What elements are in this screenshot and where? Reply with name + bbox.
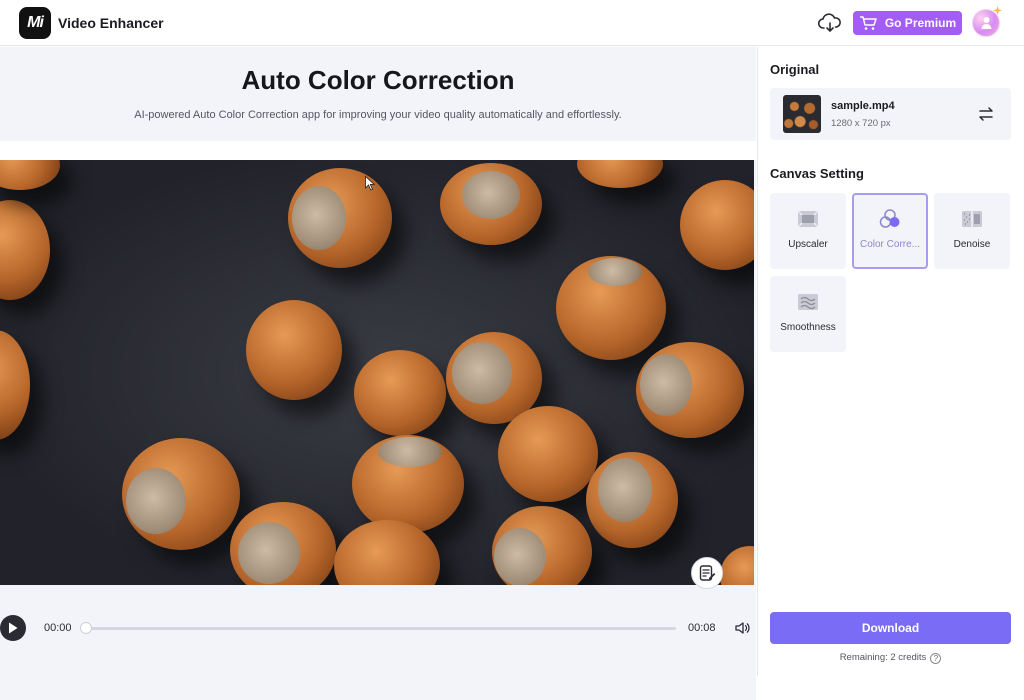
color-correction-icon: [879, 209, 900, 228]
denoise-icon: [962, 211, 982, 227]
page-subtitle: AI-powered Auto Color Correction app for…: [134, 109, 622, 121]
help-icon[interactable]: ?: [930, 653, 942, 664]
upscaler-icon: [797, 210, 819, 228]
tool-denoise[interactable]: Denoise: [934, 193, 1010, 269]
page-title: Auto Color Correction: [241, 65, 515, 95]
canvas-setting-heading: Canvas Setting: [770, 166, 864, 181]
progress-handle[interactable]: [80, 622, 92, 634]
download-button[interactable]: Download: [770, 612, 1011, 644]
cloud-upload-icon[interactable]: [818, 12, 842, 34]
user-icon: [981, 17, 992, 29]
smoothness-icon: [798, 294, 818, 310]
user-avatar[interactable]: [972, 9, 1000, 37]
play-button[interactable]: [0, 615, 26, 641]
settings-panel: [757, 47, 1024, 676]
premium-label: Go Premium: [884, 16, 957, 30]
edit-note-icon: [699, 565, 716, 581]
tool-label: Denoise: [953, 239, 991, 250]
main-area: Auto Color Correction AI-powered Auto Co…: [0, 47, 756, 700]
file-name: sample.mp4: [831, 100, 895, 112]
notes-button[interactable]: [691, 557, 723, 589]
tool-upscaler[interactable]: Upscaler: [770, 193, 846, 269]
play-icon: [9, 622, 18, 634]
progress-track[interactable]: [84, 627, 676, 630]
tool-label: Upscaler: [788, 239, 828, 250]
divider-band: [0, 141, 756, 160]
current-time: 00:00: [44, 622, 72, 634]
original-heading: Original: [770, 62, 820, 77]
player-controls: [0, 650, 756, 700]
app-logo[interactable]: Mi: [19, 7, 51, 39]
file-thumbnail: [783, 95, 821, 133]
duration-time: 00:08: [688, 622, 716, 634]
volume-icon[interactable]: [734, 620, 750, 636]
mouse-cursor-icon: [365, 176, 375, 191]
remaining-credits: Remaining: 2 credits?: [770, 652, 1011, 664]
top-bar: Mi Video Enhancer Go Premium: [0, 0, 1024, 46]
file-dimensions: 1280 x 720 px: [831, 118, 891, 129]
tool-smoothness[interactable]: Smoothness: [770, 276, 846, 352]
tool-label: Color Corre...: [859, 239, 920, 250]
hero-section: Auto Color Correction AI-powered Auto Co…: [0, 47, 756, 141]
cart-icon: [859, 16, 877, 30]
remaining-text: Remaining: 2 credits: [839, 652, 927, 663]
app-title: Video Enhancer: [58, 15, 164, 31]
swap-file-icon[interactable]: [977, 105, 995, 123]
tool-color-correction[interactable]: Color Corre...: [852, 193, 928, 269]
tool-label: Smoothness: [780, 322, 836, 333]
video-preview[interactable]: [0, 160, 754, 585]
go-premium-button[interactable]: Go Premium: [853, 11, 962, 35]
